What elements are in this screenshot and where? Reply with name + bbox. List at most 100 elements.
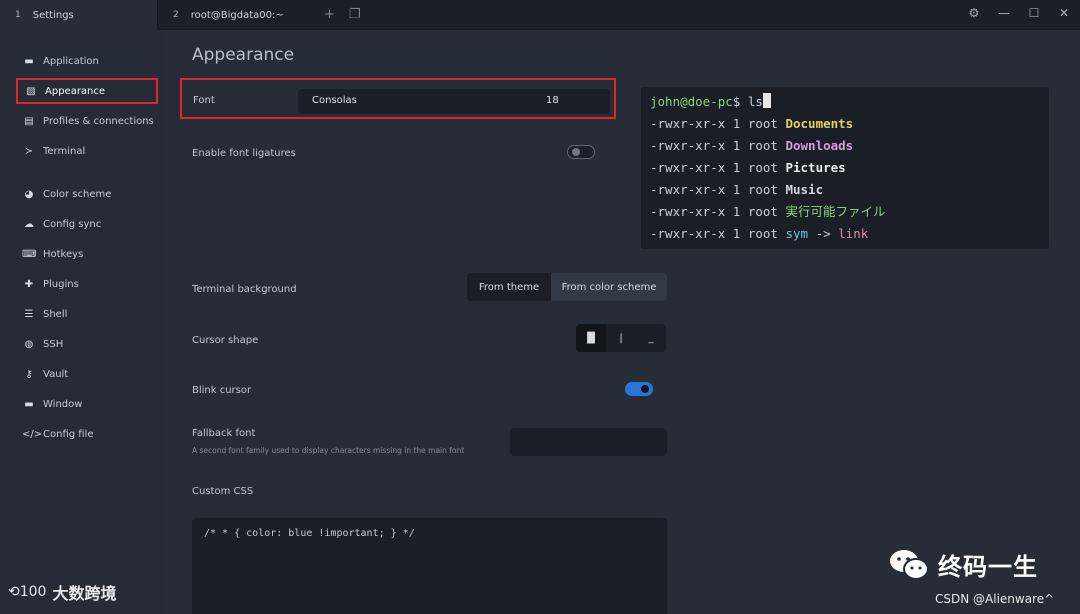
wechat-icon xyxy=(890,549,929,580)
terminal-background-label: Terminal background xyxy=(192,284,297,295)
cursor-shape-label: Cursor shape xyxy=(192,335,259,346)
palette-icon: ◕ xyxy=(24,188,34,200)
custom-css-editor[interactable]: /* * { color: blue !important; } */ xyxy=(192,518,667,614)
sidebar-item-shell[interactable]: ☰ Shell xyxy=(16,301,158,327)
symlink-name: sym xyxy=(785,226,809,241)
tab-number: 1 xyxy=(15,10,21,20)
sidebar-item-config-file[interactable]: </> Config file xyxy=(16,421,158,447)
font-row: Font Consolas 18 xyxy=(180,78,616,119)
cursor-shape-selector: █ | _ xyxy=(576,324,666,352)
page-title: Appearance xyxy=(192,45,295,65)
ligatures-toggle[interactable] xyxy=(567,145,595,159)
terminal-cursor xyxy=(762,93,771,108)
sidebar-item-window[interactable]: ▬ Window xyxy=(16,391,158,417)
ligatures-label: Enable font ligatures xyxy=(192,148,296,159)
font-input[interactable]: Consolas 18 xyxy=(298,89,610,114)
new-tab-icon[interactable]: + xyxy=(324,7,335,22)
tab-terminal[interactable]: 2 root@Bigdata00:~ xyxy=(158,0,284,30)
sidebar-item-config-sync[interactable]: ☁ Config sync xyxy=(16,211,158,237)
prompt-symbol: $ xyxy=(732,94,748,109)
symlink-target: link xyxy=(838,226,869,241)
sidebar-item-plugins[interactable]: ✚ Plugins xyxy=(16,271,158,297)
watermark-text: 大数跨境 xyxy=(52,584,117,603)
from-theme-option[interactable]: From theme xyxy=(467,273,551,301)
settings-gear-icon[interactable]: ⚙ xyxy=(966,6,982,20)
window-icon: ▬ xyxy=(24,55,34,67)
palette-icon: ▧ xyxy=(26,85,36,97)
window-controls: ⚙ — ☐ ✕ xyxy=(966,6,1072,20)
minimize-icon[interactable]: — xyxy=(996,6,1012,20)
sidebar-item-label: Terminal xyxy=(43,145,86,157)
tab-label: root@Bigdata00:~ xyxy=(190,9,284,21)
file-permissions: -rwxr-xr-x 1 root xyxy=(650,182,786,197)
prompt-user: john@doe-pc xyxy=(650,94,733,109)
sidebar-item-profiles[interactable]: ▤ Profiles & connections xyxy=(16,108,158,134)
blink-cursor-toggle[interactable] xyxy=(625,382,653,396)
toggle-knob xyxy=(572,148,580,156)
fallback-font-description: A second font family used to display cha… xyxy=(192,446,465,455)
cursor-beam-option[interactable]: | xyxy=(606,324,636,352)
sidebar-item-vault[interactable]: ⚷ Vault xyxy=(16,361,158,387)
terminal-icon: ≻ xyxy=(24,145,34,157)
window-icon: ▬ xyxy=(24,398,34,410)
font-size-value[interactable]: 18 xyxy=(546,95,559,106)
list-icon: ▤ xyxy=(24,115,34,127)
sidebar-item-label: SSH xyxy=(43,338,64,350)
terminal-line: -rwxr-xr-x 1 root Documents xyxy=(650,115,1040,137)
tab-label: Settings xyxy=(32,9,74,21)
keyboard-icon: ⌨ xyxy=(22,248,37,260)
terminal-line: -rwxr-xr-x 1 root Pictures xyxy=(650,159,1040,181)
sidebar-item-label: Config sync xyxy=(43,218,102,230)
fallback-font-label: Fallback font xyxy=(192,428,256,439)
watermark-logo: ⟲100 xyxy=(8,584,47,600)
sidebar-item-label: Color scheme xyxy=(43,188,112,200)
sidebar-item-label: Plugins xyxy=(43,278,79,290)
terminal-line: -rwxr-xr-x 1 root 実行可能ファイル xyxy=(650,203,1040,225)
sidebar-item-label: Vault xyxy=(43,368,69,380)
sidebar-item-label: Config file xyxy=(43,428,94,440)
sidebar-item-hotkeys[interactable]: ⌨ Hotkeys xyxy=(16,241,158,267)
tab-settings[interactable]: 1 Settings xyxy=(0,0,158,30)
sidebar-item-label: Hotkeys xyxy=(43,248,84,260)
font-label: Font xyxy=(193,95,215,106)
list-icon: ☰ xyxy=(24,308,34,320)
sidebar-item-appearance[interactable]: ▧ Appearance xyxy=(16,78,158,104)
tab-bar: 1 Settings 2 root@Bigdata00:~ + ❐ ⚙ — ☐ … xyxy=(0,0,1080,30)
puzzle-icon: ✚ xyxy=(24,278,34,290)
fallback-font-input[interactable] xyxy=(510,428,667,456)
symlink-arrow: -> xyxy=(808,226,839,241)
cursor-block-option[interactable]: █ xyxy=(576,324,606,352)
sidebar-item-application[interactable]: ▬ Application xyxy=(16,48,158,74)
terminal-background-selector: From theme From color scheme xyxy=(467,273,667,301)
sidebar-item-terminal[interactable]: ≻ Terminal xyxy=(16,138,158,164)
terminal-prompt-line: john@doe-pc$ ls xyxy=(650,93,1040,115)
terminal-preview: john@doe-pc$ ls -rwxr-xr-x 1 root Docume… xyxy=(641,87,1049,249)
watermark-csdn: CSDN @Alienware^ xyxy=(935,592,1055,606)
file-name: 実行可能ファイル xyxy=(785,204,886,219)
font-family-value: Consolas xyxy=(312,95,357,106)
file-permissions: -rwxr-xr-x 1 root xyxy=(650,138,786,153)
cursor-underline-option[interactable]: _ xyxy=(636,324,666,352)
sidebar-item-label: Application xyxy=(43,55,99,67)
watermark-right: 终码一生 xyxy=(888,547,1038,582)
file-name: Downloads xyxy=(785,138,854,153)
close-icon[interactable]: ✕ xyxy=(1056,6,1072,20)
terminal-line: -rwxr-xr-x 1 root Music xyxy=(650,181,1040,203)
window-icon[interactable]: ❐ xyxy=(349,7,361,22)
code-icon: </> xyxy=(22,428,43,440)
custom-css-label: Custom CSS xyxy=(192,486,254,497)
sidebar-item-ssh[interactable]: ◍ SSH xyxy=(16,331,158,357)
sidebar-item-label: Shell xyxy=(43,308,68,320)
cloud-icon: ☁ xyxy=(24,218,34,230)
terminal-line: -rwxr-xr-x 1 root Downloads xyxy=(650,137,1040,159)
file-name: Music xyxy=(785,182,824,197)
sidebar-item-label: Profiles & connections xyxy=(43,115,154,127)
sidebar-item-color-scheme[interactable]: ◕ Color scheme xyxy=(16,181,158,207)
watermark-brand: 终码一生 xyxy=(938,553,1038,581)
file-permissions: -rwxr-xr-x 1 root xyxy=(650,160,786,175)
tab-actions: + ❐ xyxy=(324,7,361,22)
from-color-scheme-option[interactable]: From color scheme xyxy=(551,273,667,301)
sidebar-item-label: Window xyxy=(43,398,83,410)
file-name: Documents xyxy=(785,116,854,131)
maximize-icon[interactable]: ☐ xyxy=(1026,6,1042,20)
